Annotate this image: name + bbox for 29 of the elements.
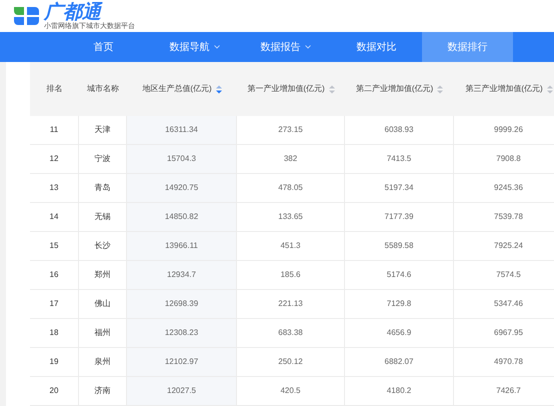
logo-title: 广都通 xyxy=(44,2,102,22)
table-cell: 15704.3 xyxy=(127,145,237,173)
chevron-down-icon xyxy=(214,45,220,49)
sort-icon[interactable] xyxy=(216,84,222,94)
nav-tab[interactable]: 首页 xyxy=(58,32,149,62)
table-cell: 12934.7 xyxy=(127,261,237,289)
chevron-down-icon xyxy=(304,45,310,49)
nav-tab[interactable]: 数据报告 xyxy=(240,32,331,62)
column-header: 城市名称 xyxy=(86,83,120,95)
table-cell: 14850.82 xyxy=(127,203,237,231)
table-cell: 12698.39 xyxy=(127,290,237,318)
column-header[interactable]: 第一产业增加值(亿元) xyxy=(237,62,345,116)
clover-logo-icon xyxy=(12,5,40,27)
table-cell: 14920.75 xyxy=(127,174,237,202)
nav-tab[interactable]: 数据排行 xyxy=(422,32,513,62)
table-cell: 12102.97 xyxy=(127,348,237,376)
sort-icon[interactable] xyxy=(437,84,444,94)
table-cell: 13966.11 xyxy=(127,232,237,260)
table-cell: 16311.34 xyxy=(127,116,237,144)
nav-tab[interactable]: 数据对比 xyxy=(331,32,422,62)
column-header[interactable]: 第三产业增加值(亿元) xyxy=(454,62,554,116)
sort-icon[interactable] xyxy=(546,84,553,94)
column-header[interactable]: 地区生产总值(亿元) xyxy=(127,62,237,116)
sort-icon[interactable] xyxy=(328,84,335,94)
table-cell: 12027.5 xyxy=(127,377,237,405)
column-header[interactable]: 第二产业增加值(亿元) xyxy=(345,62,454,116)
column-header: 排名 xyxy=(46,83,64,95)
table-cell: 12308.23 xyxy=(127,319,237,347)
nav-tab[interactable]: 数据导航 xyxy=(149,32,240,62)
